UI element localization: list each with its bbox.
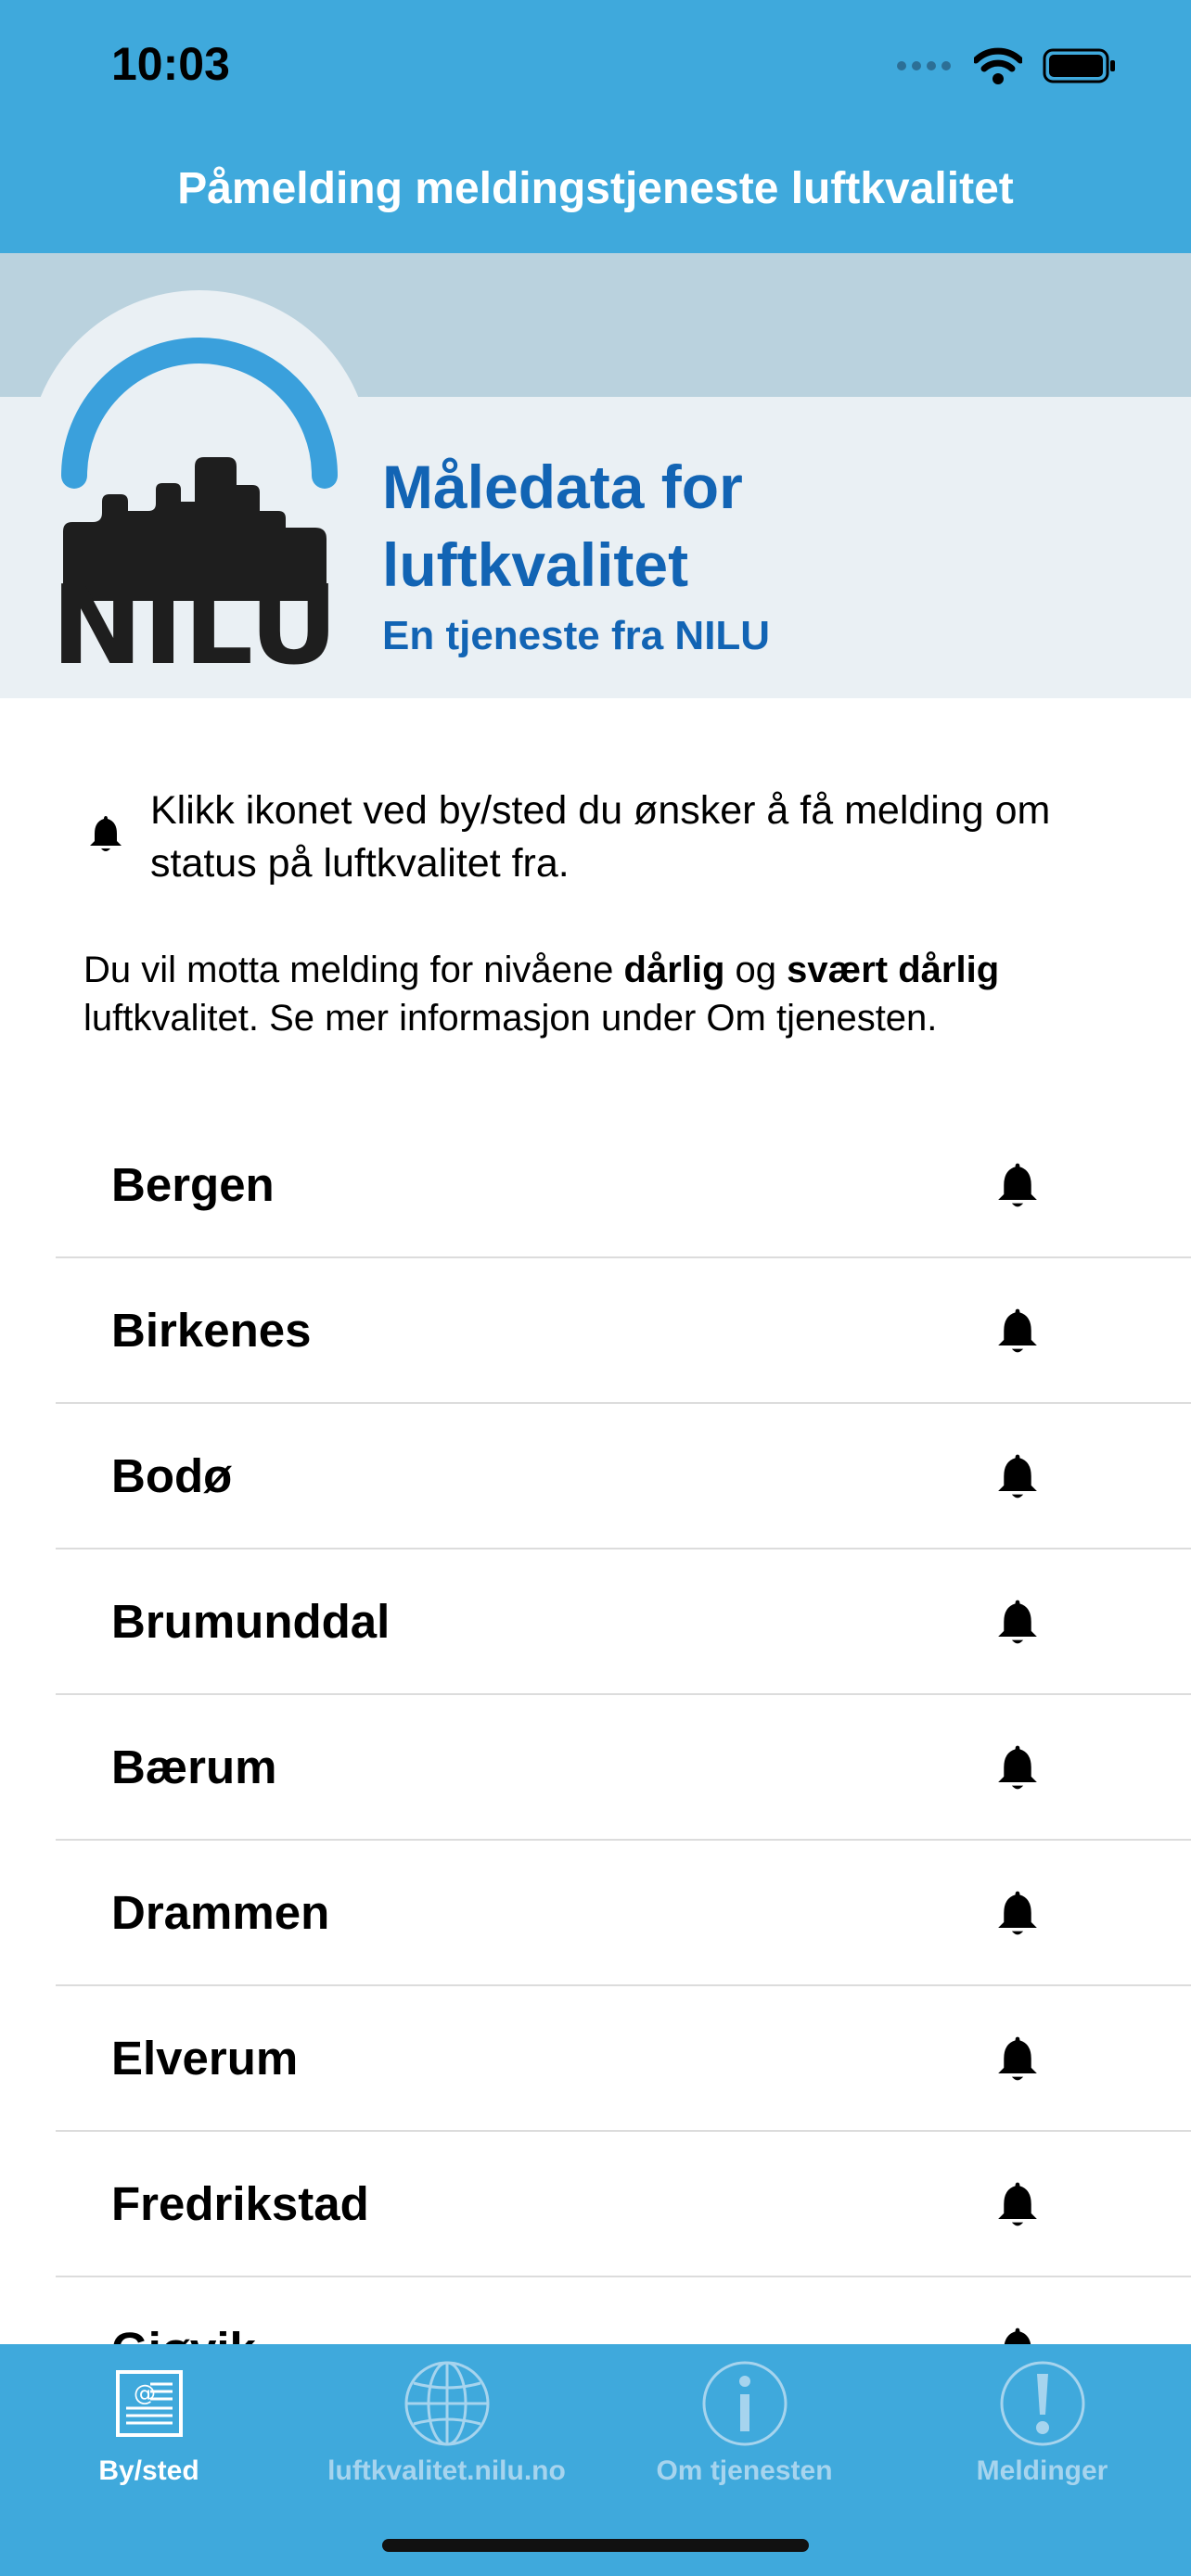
city-list[interactable]: Bergen Birkenes Bodø Brumunddal Bærum Dr… <box>56 1113 1191 2344</box>
tab-label: luftkvalitet.nilu.no <box>327 2455 566 2486</box>
tab-om-tjenesten[interactable]: Om tjenesten <box>596 2344 893 2511</box>
banner-headline-1: Måledata for <box>382 453 743 521</box>
status-time: 10:03 <box>111 38 230 90</box>
alert-icon <box>1000 2361 1084 2446</box>
list-item[interactable]: Bodø <box>56 1404 1191 1549</box>
list-item[interactable]: Birkenes <box>56 1258 1191 1404</box>
banner-headline-2: luftkvalitet <box>382 530 689 599</box>
info-icon <box>702 2361 787 2446</box>
bell-icon[interactable] <box>994 2325 1041 2345</box>
city-name: Gjøvik <box>111 2322 256 2344</box>
list-item[interactable]: Brumunddal <box>56 1549 1191 1695</box>
info-bold-very-bad: svært dårlig <box>787 950 1000 990</box>
tab-label: Meldinger <box>976 2455 1108 2486</box>
bell-icon[interactable] <box>994 1451 1041 1501</box>
info-and: og <box>735 950 777 990</box>
info-text: Du vil motta melding for nivåene dårlig … <box>83 946 1122 1042</box>
home-indicator[interactable] <box>382 2539 809 2552</box>
banner-text: Måledata for luftkvalitet En tjeneste fr… <box>382 448 770 669</box>
city-name: Brumunddal <box>111 1595 391 1648</box>
nilu-logo: NILU <box>56 338 339 670</box>
city-name: Fredrikstad <box>111 2177 369 2230</box>
tab-label: By/sted <box>98 2455 199 2486</box>
city-name: Bodø <box>111 1449 233 1502</box>
bell-icon[interactable] <box>994 1888 1041 1938</box>
city-name: Birkenes <box>111 1304 312 1357</box>
city-name: Bergen <box>111 1158 275 1211</box>
top-bar: 10:03 Påmelding meldingstjeneste luftkva… <box>0 0 1191 253</box>
intro-text: Klikk ikonet ved by/sted du ønsker å få … <box>150 788 1051 886</box>
bell-icon <box>90 816 122 851</box>
bell-icon[interactable] <box>994 1306 1041 1356</box>
tab-meldinger[interactable]: Meldinger <box>893 2344 1191 2511</box>
wifi-icon <box>974 47 1022 84</box>
list-item[interactable]: Drammen <box>56 1841 1191 1986</box>
page-title: Påmelding meldingstjeneste luftkvalitet <box>177 164 1014 213</box>
status-bar: 10:03 <box>0 0 1191 130</box>
tab-label: Om tjenesten <box>656 2455 833 2486</box>
info-suffix: luftkvalitet. Se mer informasjon under O… <box>83 998 938 1039</box>
tab-website[interactable]: luftkvalitet.nilu.no <box>298 2344 596 2511</box>
banner-subtitle: En tjeneste fra NILU <box>382 613 771 658</box>
nilu-banner: NILU Måledata for luftkvalitet En tjenes… <box>0 253 1191 698</box>
bell-icon[interactable] <box>994 2034 1041 2084</box>
bell-icon[interactable] <box>994 1597 1041 1647</box>
bell-icon[interactable] <box>994 1160 1041 1210</box>
city-name: Elverum <box>111 2032 299 2085</box>
logo-text: NILU <box>56 561 339 670</box>
city-name: Bærum <box>111 1741 277 1793</box>
list-item[interactable]: Elverum <box>56 1986 1191 2132</box>
info-bold-bad: dårlig <box>623 950 725 990</box>
status-icons <box>896 43 1117 89</box>
info-prefix: Du vil motta melding for nivåene <box>83 950 614 990</box>
list-item[interactable]: Bærum <box>56 1695 1191 1841</box>
list-item[interactable]: Fredrikstad <box>56 2132 1191 2277</box>
signal-icon <box>897 61 951 70</box>
bell-icon[interactable] <box>994 1742 1041 1792</box>
list-item[interactable]: Bergen <box>56 1113 1191 1258</box>
news-icon: @ <box>115 2370 183 2437</box>
tab-by-sted[interactable]: @ By/sted <box>0 2344 298 2511</box>
list-item[interactable]: Gjøvik <box>56 2277 1191 2344</box>
battery-icon <box>1043 48 1115 83</box>
globe-icon <box>404 2361 489 2446</box>
bell-icon[interactable] <box>994 2179 1041 2229</box>
city-name: Drammen <box>111 1886 330 1939</box>
